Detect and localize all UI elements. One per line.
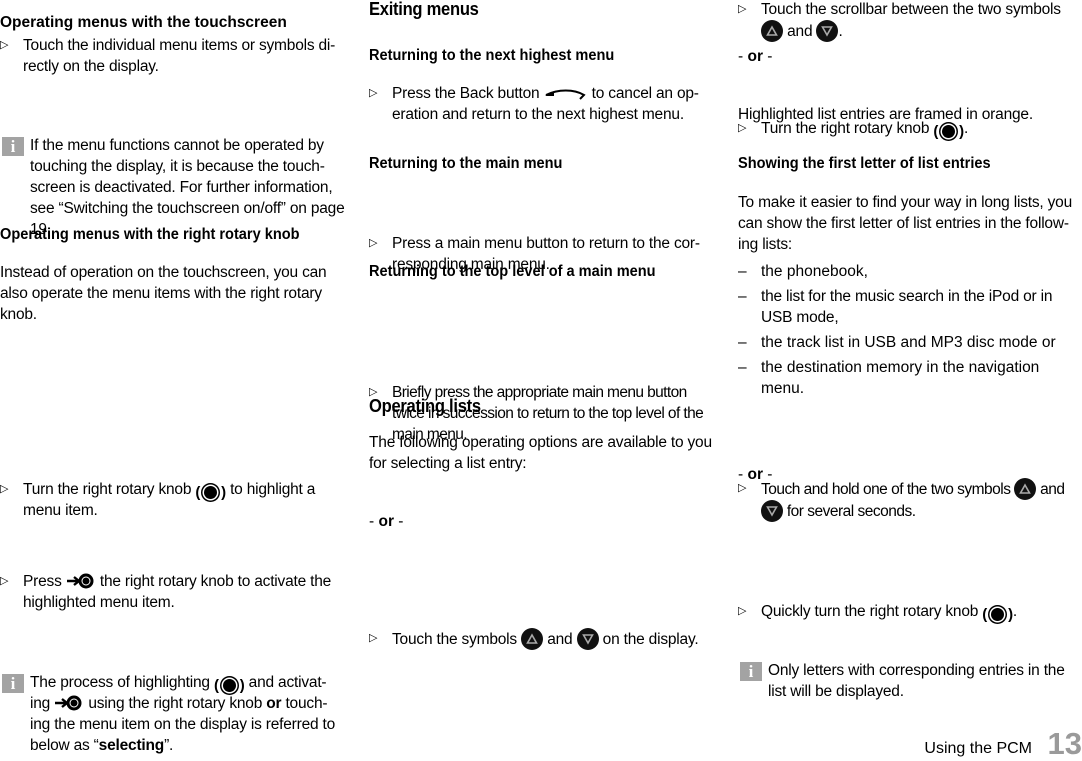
step-turn-knob: ▷ Turn the right rotary knob () to highl… — [0, 479, 345, 521]
step-touch-symbols: ▷ Touch the symbols and on the display. — [369, 628, 715, 650]
note-text: ”. — [164, 737, 174, 754]
step-marker-icon: ▷ — [369, 87, 378, 99]
step-text: and — [787, 23, 813, 40]
lists-intro: The following operating options are avai… — [369, 434, 712, 472]
scroll-down-icon — [576, 628, 599, 650]
list-item: – the phonebook, — [738, 263, 868, 280]
note-text: The process of highlighting — [30, 674, 210, 691]
note-letters: i Only letters with corresponding entrie… — [738, 660, 1082, 702]
info-icon: i — [2, 137, 24, 156]
heading-touchscreen: Operating menus with the touchscreen — [0, 13, 287, 31]
list-item: – the track list in USB and MP3 disc mode… — [738, 334, 1056, 351]
step-text: Touch the scrollbar between the two symb… — [761, 1, 1061, 18]
step-text: Quickly turn the right rotary knob — [761, 603, 979, 620]
section-title: Using the PCM — [924, 740, 1032, 757]
step-marker-icon: ▷ — [0, 39, 9, 51]
rotary-press-icon — [66, 573, 94, 589]
step-text: for several seconds. — [786, 503, 916, 520]
heading-main-menu: Returning to the main menu — [369, 155, 563, 172]
step-text: Touch the symbols — [392, 631, 517, 648]
column-left: Operating menus with the touchscreen ▷ T… — [0, 0, 345, 754]
heading-rotary-knob: Operating menus with the right rotary kn… — [0, 226, 300, 243]
highlighted-info: Highlighted list entries are framed in o… — [738, 106, 1033, 123]
step-marker-icon: ▷ — [0, 575, 9, 587]
note-text: using the right rotary knob — [88, 695, 263, 712]
column-middle: Exiting menus Returning to the next high… — [369, 0, 715, 650]
list-types: – the phonebook, – the list for the music … — [738, 261, 1082, 399]
heading-next-highest: Returning to the next highest menu — [369, 47, 615, 64]
step-back-button: ▷ Press the Back button to cancel an op-… — [369, 83, 715, 125]
step-text: on the display. — [602, 631, 699, 648]
step-text: Press — [23, 573, 62, 590]
step-text: . — [838, 23, 843, 40]
scroll-up-icon — [521, 628, 544, 650]
step-text: and — [547, 631, 573, 648]
selecting-term: selecting — [98, 737, 165, 754]
rotary-turn-icon: () — [933, 123, 964, 140]
rotary-press-icon — [55, 695, 82, 711]
note-selecting: i The process of highlighting () and act… — [0, 672, 345, 756]
scroll-down-icon — [816, 20, 839, 42]
rotary-turn-icon: () — [195, 484, 226, 501]
info-icon: i — [2, 674, 24, 693]
step-marker-icon: ▷ — [738, 605, 747, 617]
or-separator: - or - — [738, 466, 773, 483]
rotary-intro: Instead of operation on the touchscreen,… — [0, 264, 327, 323]
step-text: Press the Back button — [392, 85, 540, 102]
step-touch-items: ▷ Touch the individual menu items or sym… — [0, 35, 345, 77]
step-marker-icon: ▷ — [738, 3, 747, 15]
step-text: Touch the individual menu items or symbo… — [23, 37, 336, 75]
info-icon: i — [740, 662, 762, 681]
step-quick-turn: ▷ Quickly turn the right rotary knob (). — [738, 601, 1082, 622]
or-separator: - or - — [738, 48, 773, 65]
page-number: 13 — [1047, 726, 1082, 761]
step-touch-scrollbar: ▷ Touch the scrollbar between the two sy… — [738, 0, 1082, 42]
step-text: Turn the right rotary knob — [23, 481, 192, 498]
first-letter-intro: To make it easier to find your way in lo… — [738, 194, 1073, 253]
or-separator: - or - — [369, 513, 404, 530]
column-right: ▷ Touch the scrollbar between the two sy… — [738, 0, 1082, 700]
list-item: – the list for the music search in the iP… — [738, 288, 1053, 326]
list-item: – the destination memory in the navigatio… — [738, 359, 1040, 397]
page-footer: Using the PCM 13 — [882, 720, 1082, 760]
or-emphasis: or — [266, 695, 282, 712]
step-press-knob: ▷ Press the right rotary knob to activat… — [0, 571, 345, 613]
heading-exiting-menus: Exiting menus — [369, 0, 479, 19]
note-text: Only letters with corresponding entries … — [768, 662, 1065, 700]
heading-top-level: Returning to the top level of a main men… — [369, 263, 656, 280]
back-arrow-icon — [544, 89, 586, 100]
step-marker-icon: ▷ — [369, 237, 378, 249]
heading-first-letter: Showing the first letter of list entries — [738, 155, 991, 172]
scroll-up-icon — [761, 20, 783, 42]
step-text: . — [1012, 603, 1017, 620]
step-marker-icon: ▷ — [0, 483, 9, 495]
scroll-down-icon — [761, 500, 783, 522]
heading-operating-lists: Operating lists — [369, 396, 481, 416]
rotary-turn-icon: () — [982, 606, 1013, 623]
rotary-turn-icon: () — [213, 677, 245, 694]
step-marker-icon: ▷ — [369, 632, 378, 644]
